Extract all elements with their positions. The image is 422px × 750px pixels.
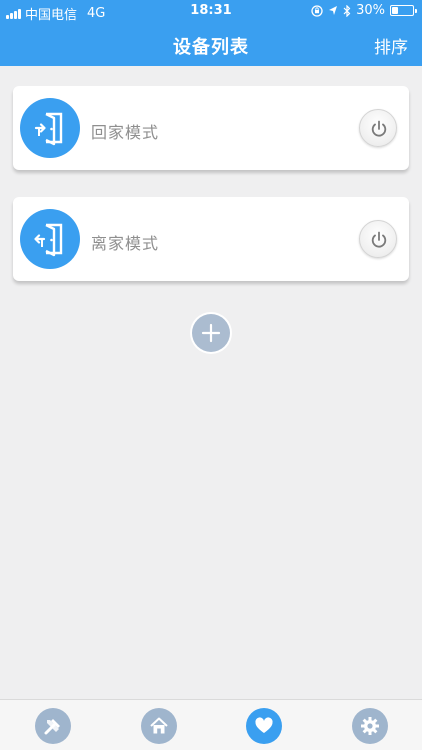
location-icon — [329, 6, 338, 15]
battery-percent: 30% — [356, 3, 385, 18]
door-enter-icon — [20, 98, 80, 158]
tab-tools[interactable] — [35, 708, 71, 744]
door-exit-icon — [20, 209, 80, 269]
tab-settings[interactable] — [352, 708, 388, 744]
battery-icon — [390, 5, 417, 16]
power-icon — [371, 120, 387, 137]
add-mode-button[interactable] — [192, 314, 230, 352]
battery-level — [392, 7, 398, 14]
power-button-home[interactable] — [359, 109, 397, 147]
app-header: 中国电信 4G 18:31 30% 设备列表 排序 — [0, 0, 422, 66]
heart-icon — [255, 717, 273, 733]
mode-card-home[interactable]: 回家模式 — [13, 86, 409, 170]
tab-home[interactable] — [141, 708, 177, 744]
tab-favorites[interactable] — [246, 708, 282, 744]
power-button-away[interactable] — [359, 220, 397, 258]
mode-label: 回家模式 — [91, 123, 160, 142]
status-right: 30% — [311, 3, 417, 18]
mode-label: 离家模式 — [91, 234, 160, 253]
power-icon — [371, 231, 387, 248]
gear-icon — [361, 717, 379, 735]
orientation-lock-icon — [311, 4, 323, 17]
page-title: 设备列表 — [173, 37, 249, 58]
home-icon — [150, 717, 168, 734]
sort-button[interactable]: 排序 — [374, 33, 408, 58]
status-bar: 中国电信 4G 18:31 30% — [0, 0, 422, 23]
bluetooth-icon — [343, 4, 351, 17]
tab-bar — [0, 699, 422, 750]
plus-icon — [201, 323, 221, 343]
tools-icon — [44, 719, 60, 735]
mode-card-away[interactable]: 离家模式 — [13, 197, 409, 281]
